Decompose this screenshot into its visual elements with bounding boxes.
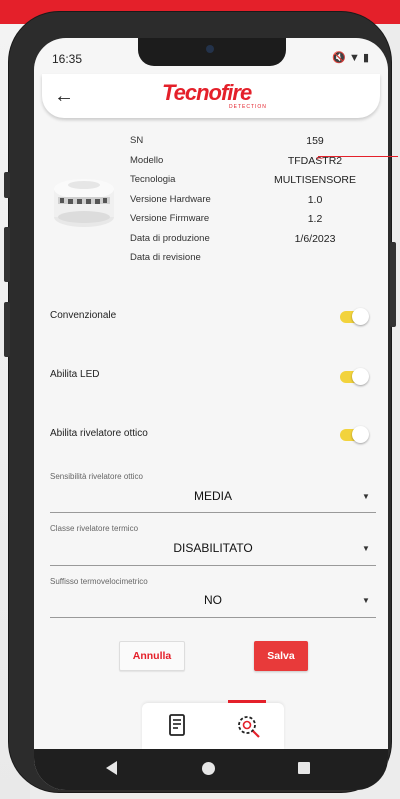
toggle-abilita-led[interactable] [340,368,369,385]
info-value: 1/6/2023 [294,233,336,245]
android-nav-bar [34,749,388,790]
side-button [4,227,10,282]
notch [138,38,286,66]
phone-frame: 16:35 🔇▼▮ ← Tecnofire DETECTION SN 159 M… [4,12,396,792]
select-suffisso[interactable]: NO [50,593,376,607]
bottom-tab-bar [142,700,284,749]
info-label: Tecnologia [130,174,176,185]
arrow-left-icon[interactable]: ← [50,82,78,110]
info-value: 159 [306,135,324,147]
info-label: Versione Firmware [130,213,210,224]
cancel-button[interactable]: Annulla [119,641,185,671]
info-value: MULTISENSORE [273,174,357,186]
toggle-label-convenzionale: Convenzionale [50,310,117,321]
divider [50,617,376,618]
info-label: SN [130,135,144,146]
info-label: Data di produzione [130,233,210,244]
toggle-knob [352,368,369,385]
annotation-arrow-line [318,156,398,157]
select-label-classe: Classe rivelatore termico [50,524,139,533]
info-value: 1.2 [307,213,323,225]
info-row-revisione: Data di revisione [130,252,360,270]
info-row-hardware: Versione Hardware 1.0 [130,194,360,212]
info-label: Modello [130,155,164,166]
side-button [4,302,10,357]
toggle-knob [352,308,369,325]
select-label-sensibilita: Sensibilità rivelatore ottico [50,472,143,481]
camera-icon [206,45,214,53]
status-icons: 🔇▼▮ [332,51,372,64]
nav-recent-icon[interactable] [298,762,310,774]
toggle-label-abilita-led: Abilita LED [50,369,100,380]
select-sensibilita[interactable]: MEDIA [50,489,376,503]
toggle-knob [352,426,369,443]
select-classe[interactable]: DISABILITATO [50,541,376,555]
info-row-firmware: Versione Firmware 1.2 [130,213,360,231]
info-value: 1.0 [307,194,323,206]
save-button[interactable]: Salva [254,641,308,671]
chevron-down-icon[interactable]: ▼ [362,492,372,502]
divider [50,565,376,566]
info-row-produzione: Data di produzione 1/6/2023 [130,233,360,251]
mute-icon: 🔇 [332,52,350,64]
info-row-tecnologia: Tecnologia MULTISENSORE [130,174,360,192]
status-time: 16:35 [52,52,83,66]
settings-search-icon[interactable] [232,711,266,741]
side-button [390,242,396,327]
active-tab-indicator [228,700,266,703]
wifi-icon: ▼ [349,52,363,64]
battery-icon: ▮ [362,52,372,64]
chevron-down-icon[interactable]: ▼ [362,596,372,606]
app-screen: 16:35 🔇▼▮ ← Tecnofire DETECTION SN 159 M… [34,38,388,790]
toggle-rivelatore-ottico[interactable] [340,426,369,443]
smoke-detector-image [54,179,114,227]
divider [50,512,376,513]
nav-back-icon[interactable] [106,761,117,775]
annotation-arrow-icon: ← [314,149,326,163]
logo: Tecnofire [162,80,252,105]
toggle-convenzionale[interactable] [340,308,369,325]
nav-home-icon[interactable] [202,762,215,775]
toggle-label-rivelatore-ottico: Abilita rivelatore ottico [50,428,148,439]
chevron-down-icon[interactable]: ▼ [362,544,372,554]
info-label: Versione Hardware [130,194,211,205]
document-list-icon[interactable] [160,711,194,741]
side-button [4,172,10,198]
logo-subtitle: DETECTION [229,104,267,110]
info-label: Data di revisione [130,252,201,263]
select-label-suffisso: Suffisso termovelocimetrico [50,577,148,586]
app-header: ← Tecnofire DETECTION [42,74,380,118]
